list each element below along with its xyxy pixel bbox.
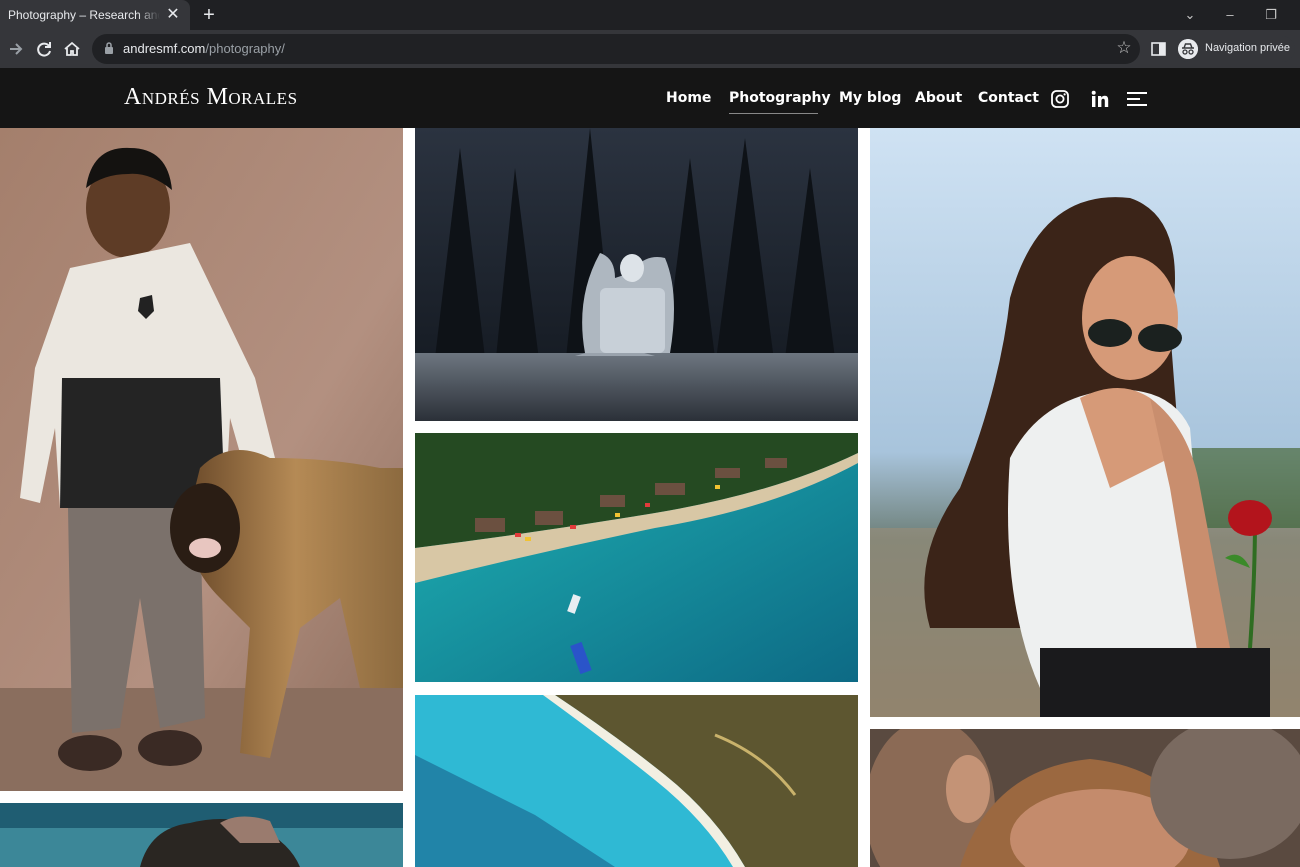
hamburger-menu-icon[interactable]	[1126, 89, 1148, 109]
gallery-photo-boy-with-dog[interactable]	[0, 128, 403, 791]
nav-photography[interactable]: Photography	[729, 90, 831, 106]
url-host: andresmf.com	[123, 41, 206, 56]
url-path: /photography/	[205, 41, 285, 56]
nav-my-blog[interactable]: My blog	[839, 90, 901, 106]
tab-search-chevron-icon[interactable]: ⌄	[1178, 4, 1202, 26]
gallery-photo-angel-statue-forest[interactable]	[415, 128, 858, 421]
crowd-portrait-image	[870, 729, 1300, 867]
gallery-photo-person-blue-sky[interactable]	[0, 803, 403, 867]
reload-icon[interactable]	[33, 38, 55, 60]
url-text[interactable]: andresmf.com/photography/	[123, 41, 285, 56]
nav-home[interactable]: Home	[666, 90, 711, 106]
linkedin-icon[interactable]	[1090, 89, 1110, 109]
nav-about[interactable]: About	[915, 90, 962, 106]
aerial-coastline-image	[415, 695, 858, 867]
gallery-photo-woman-with-rose[interactable]	[870, 128, 1300, 717]
woman-with-rose-image	[870, 128, 1300, 717]
browser-tab[interactable]: Photography – Research and creativity ✕	[0, 0, 190, 30]
person-blue-sky-image	[0, 803, 403, 867]
angel-statue-forest-image	[415, 128, 858, 421]
home-icon[interactable]	[61, 38, 83, 60]
boy-with-dog-image	[0, 128, 403, 791]
incognito-label: Navigation privée	[1205, 42, 1290, 54]
close-icon[interactable]: ✕	[164, 6, 182, 24]
site-logo[interactable]: Andrés Morales	[124, 84, 298, 111]
plus-icon[interactable]: +	[198, 4, 220, 26]
minimize-icon[interactable]: –	[1218, 4, 1242, 26]
forward-icon[interactable]	[5, 38, 27, 60]
bookmark-star-icon[interactable]: ☆	[1114, 38, 1134, 58]
gallery-photo-crowd-portrait[interactable]	[870, 729, 1300, 867]
gallery-photo-aerial-beach[interactable]	[415, 433, 858, 682]
nav-contact[interactable]: Contact	[978, 90, 1039, 106]
incognito-indicator[interactable]: Navigation privée	[1175, 36, 1295, 62]
restore-icon[interactable]: ❐	[1259, 4, 1283, 26]
gallery-photo-aerial-coastline[interactable]	[415, 695, 858, 867]
side-panel-icon[interactable]	[1150, 40, 1168, 58]
tab-title: Photography – Research and creativity	[8, 8, 160, 22]
instagram-icon[interactable]	[1050, 89, 1070, 109]
browser-tab-bar	[0, 0, 1300, 30]
active-nav-underline	[729, 113, 818, 114]
lock-icon[interactable]	[104, 41, 114, 55]
incognito-icon	[1178, 39, 1198, 59]
aerial-beach-image	[415, 433, 858, 682]
